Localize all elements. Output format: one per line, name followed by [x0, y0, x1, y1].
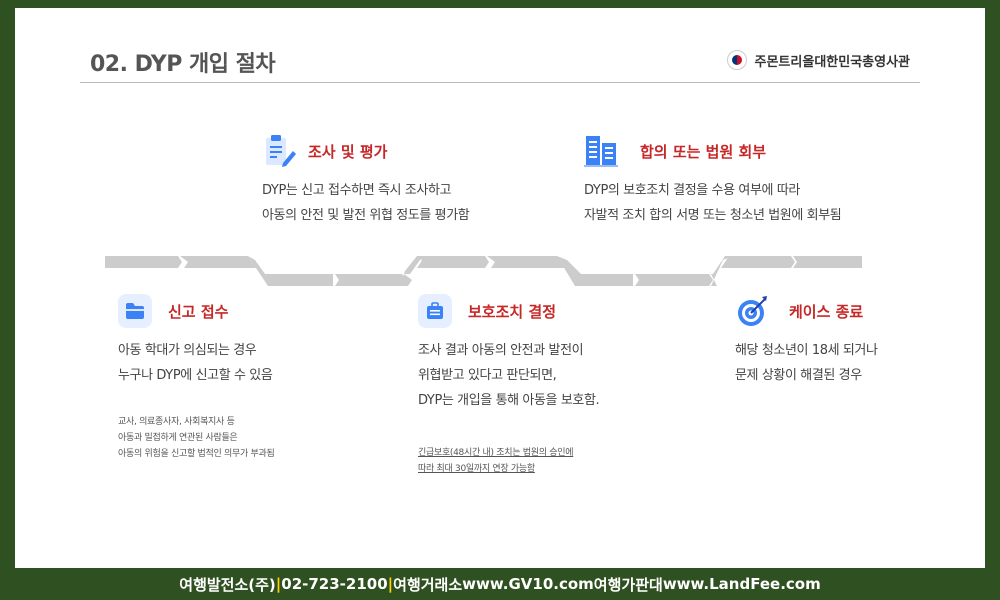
timeline-segment	[635, 274, 713, 286]
clipboard-pencil-icon	[262, 133, 298, 169]
timeline-segment	[721, 256, 795, 268]
step-description: 조사 결과 아동의 안전과 발전이 위협받고 있다고 판단되면, DYP는 개입…	[418, 343, 600, 408]
briefcase-icon	[418, 294, 452, 328]
folder-icon	[118, 294, 152, 328]
consulate-badge: 주몬트리올대한민국총영사관	[726, 50, 910, 70]
timeline-segment	[248, 256, 333, 286]
step-agreement: 합의 또는 법원 회부 DYP의 보호조치 결정을 수용 여부에 따라 자발적 …	[584, 133, 842, 228]
step-note: 교사, 의료종사자, 사회복지사 등 아동과 밀접하게 연관된 사람들은 아동의…	[118, 417, 275, 459]
timeline-segment	[335, 274, 406, 286]
korea-emblem-icon	[726, 50, 747, 70]
step-report: 신고 접수 아동 학대가 의심되는 경우 누구나 DYP에 신고할 수 있음 교…	[118, 294, 275, 462]
timeline-segment	[180, 256, 256, 268]
step-description: 해당 청소년이 18세 되거나 문제 상황이 해결된 경우	[735, 343, 878, 383]
timeline-segment	[557, 256, 633, 286]
step-description: DYP는 신고 접수하면 즉시 조사하고 아동의 안전 및 발전 위협 정도를 …	[262, 183, 470, 223]
step-closure: 케이스 종료 해당 청소년이 18세 되거나 문제 상황이 해결된 경우	[735, 294, 878, 388]
footer-phone: 02-723-2100	[281, 575, 388, 593]
footer-market-link[interactable]: www.LandFee.com	[663, 575, 821, 593]
step-title: 신고 접수	[168, 302, 229, 321]
target-icon	[735, 293, 771, 329]
step-investigation: 조사 및 평가 DYP는 신고 접수하면 즉시 조사하고 아동의 안전 및 발전…	[262, 133, 470, 228]
footer-bar: 여행발전소(주) | 02-723-2100 | 여행거래소 www.GV10.…	[0, 568, 1000, 600]
step-title: 보호조치 결정	[468, 302, 557, 321]
footer-market-label: 여행가판대	[593, 575, 663, 594]
step-title: 합의 또는 법원 회부	[640, 142, 767, 161]
building-icon	[584, 133, 620, 169]
step-description: 아동 학대가 의심되는 경우 누구나 DYP에 신고할 수 있음	[118, 343, 273, 383]
content-card: 02. DYP 개입 절차 주몬트리올대한민국총영사관 조사 및 평가 DYP는…	[15, 8, 985, 568]
step-title: 조사 및 평가	[308, 142, 388, 161]
timeline-segment	[105, 256, 182, 268]
timeline-segment	[417, 256, 489, 268]
process-timeline	[105, 256, 862, 286]
header-divider	[80, 82, 920, 83]
timeline-segment	[793, 256, 862, 268]
footer-company: 여행발전소(주)	[179, 575, 276, 594]
step-title: 케이스 종료	[789, 302, 864, 321]
page-title: 02. DYP 개입 절차	[90, 52, 276, 77]
timeline-segment	[487, 256, 565, 268]
step-description: DYP의 보호조치 결정을 수용 여부에 따라 자발적 조치 합의 서명 또는 …	[584, 183, 842, 223]
footer-exchange-label: 여행거래소	[393, 575, 463, 594]
step-protection: 보호조치 결정 조사 결과 아동의 안전과 발전이 위협받고 있다고 판단되면,…	[418, 294, 600, 477]
consulate-name: 주몬트리올대한민국총영사관	[754, 54, 910, 70]
footer-exchange-link[interactable]: www.GV10.com	[462, 575, 594, 593]
step-note: 긴급보호(48시간 내) 조치는 법원의 승인에 따라 최대 30일까지 연장 …	[418, 448, 574, 474]
